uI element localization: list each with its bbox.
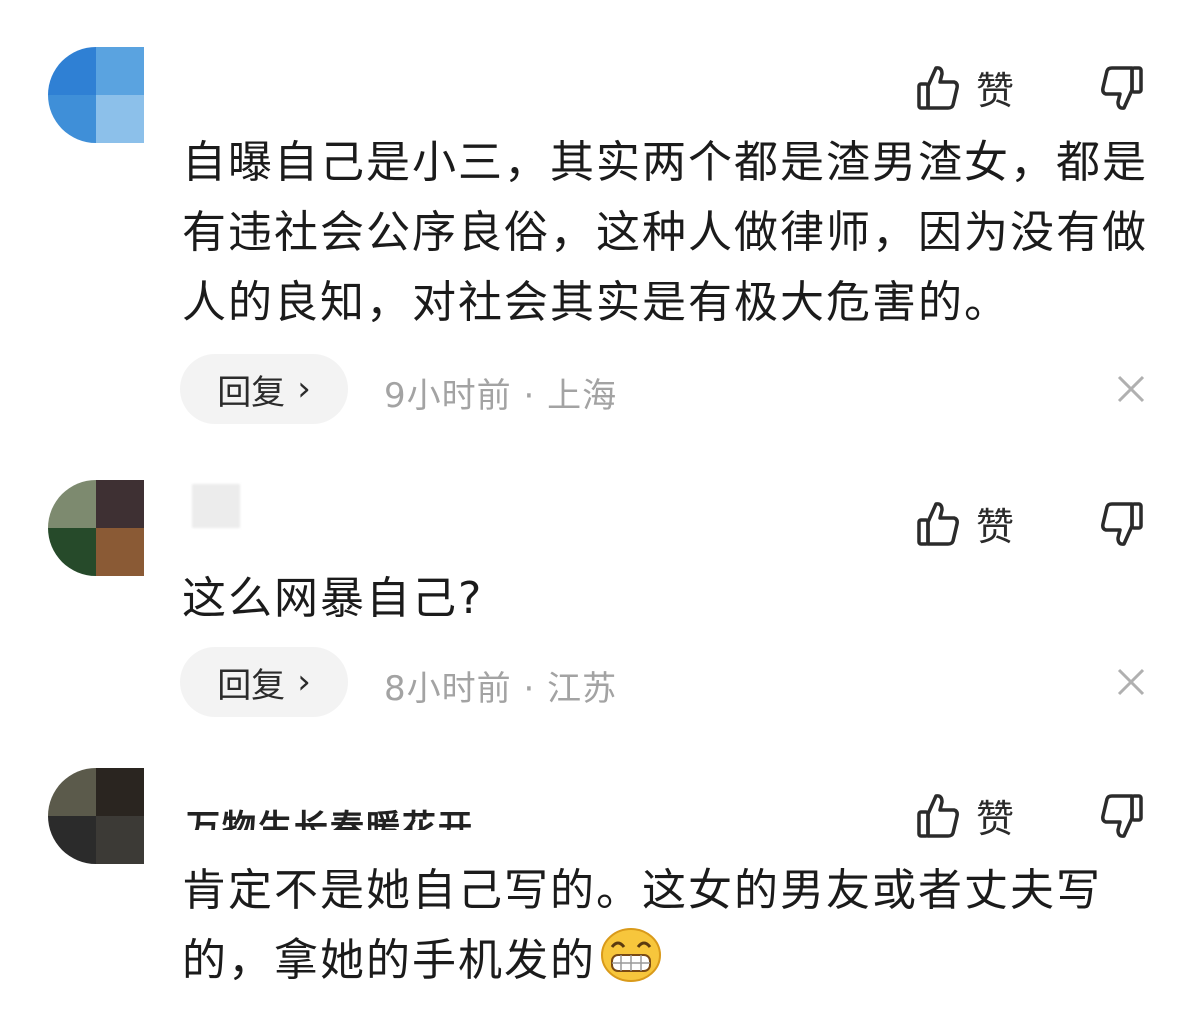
thumbs-down-icon bbox=[1100, 792, 1144, 840]
like-button[interactable]: 赞 bbox=[916, 788, 1014, 843]
chevron-right-icon: › bbox=[297, 662, 311, 702]
comment-time: 8小时前 bbox=[384, 669, 512, 709]
dislike-button[interactable] bbox=[1100, 792, 1144, 840]
reply-label: 回复 bbox=[217, 372, 286, 413]
thumbs-down-icon bbox=[1100, 64, 1144, 112]
like-label: 赞 bbox=[976, 505, 1015, 549]
comment-text: 肯定不是她自己写的。这女的男友或者丈夫写的，拿她的手机发的 bbox=[182, 856, 1157, 1004]
like-button[interactable]: 赞 bbox=[916, 60, 1014, 115]
comment-text: 自曝自己是小三，其实两个都是渣男渣女，都是有违社会公序良俗，这种人做律师，因为没… bbox=[182, 137, 1148, 328]
dislike-button[interactable] bbox=[1100, 64, 1144, 112]
close-icon bbox=[1116, 375, 1146, 408]
comment-meta: 9小时前 · 上海 bbox=[384, 368, 617, 417]
username[interactable]: 万物生长春暖花开 bbox=[186, 800, 474, 830]
comment-meta: 8小时前 · 江苏 bbox=[384, 661, 617, 710]
avatar[interactable] bbox=[48, 47, 144, 143]
grinning-face-icon bbox=[600, 927, 662, 1004]
reply-label: 回复 bbox=[217, 665, 286, 706]
comment-time: 9小时前 bbox=[384, 376, 512, 416]
dislike-button[interactable] bbox=[1100, 500, 1144, 548]
comment-text: 这么网暴自己? bbox=[182, 573, 484, 624]
close-button[interactable] bbox=[1116, 374, 1146, 404]
avatar[interactable] bbox=[48, 480, 144, 576]
close-button[interactable] bbox=[1116, 667, 1146, 697]
meta-separator: · bbox=[523, 669, 536, 709]
comment-location: 上海 bbox=[547, 376, 618, 416]
close-icon bbox=[1116, 668, 1146, 701]
reply-button[interactable]: 回复 › bbox=[180, 647, 348, 717]
like-button[interactable]: 赞 bbox=[916, 496, 1014, 551]
like-label: 赞 bbox=[976, 797, 1015, 841]
thumbs-down-icon bbox=[1100, 500, 1144, 548]
comment-location: 江苏 bbox=[547, 669, 618, 709]
like-label: 赞 bbox=[976, 69, 1015, 113]
chevron-right-icon: › bbox=[297, 369, 311, 409]
thumbs-up-icon bbox=[916, 64, 960, 112]
thumbs-up-icon bbox=[916, 792, 960, 840]
avatar[interactable] bbox=[48, 768, 144, 864]
reply-button[interactable]: 回复 › bbox=[180, 354, 348, 424]
username-blurred bbox=[192, 484, 240, 528]
thumbs-up-icon bbox=[916, 500, 960, 548]
meta-separator: · bbox=[523, 376, 536, 416]
